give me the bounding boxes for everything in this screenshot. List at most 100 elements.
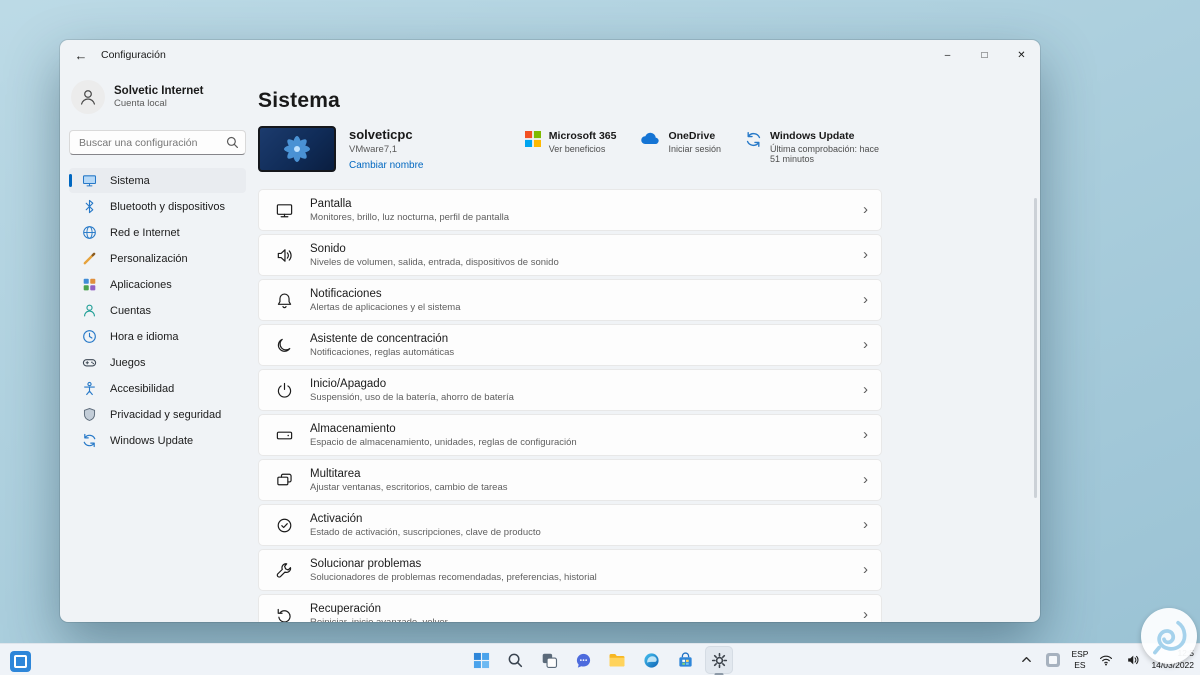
sidebar-item-hora-e-idioma[interactable]: Hora e idioma	[69, 324, 246, 349]
microsoft-365-card[interactable]: Microsoft 365 Ver beneficios	[524, 130, 617, 164]
titlebar[interactable]: ← Configuración – □ ✕	[60, 40, 1040, 70]
sidebar-item-label: Aplicaciones	[110, 278, 172, 291]
language-line1: ESP	[1071, 648, 1089, 659]
sidebar-item-label: Accesibilidad	[110, 382, 175, 395]
language-line2: ES	[1074, 659, 1086, 670]
settings-row-activacion[interactable]: Activación Estado de activación, suscrip…	[258, 504, 882, 546]
edge-icon[interactable]	[637, 646, 665, 674]
microsoft-365-icon	[524, 130, 541, 147]
network-globe-icon	[82, 225, 97, 240]
user-account[interactable]: Solvetic Internet Cuenta local	[69, 76, 246, 118]
row-title: Almacenamiento	[310, 422, 396, 435]
row-subtitle: Notificaciones, reglas automáticas	[310, 346, 455, 358]
chevron-right-icon: ›	[863, 290, 868, 308]
onedrive-card[interactable]: OneDrive Iniciar sesión	[640, 130, 721, 164]
display-icon	[274, 201, 294, 220]
file-explorer-icon[interactable]	[603, 646, 631, 674]
multitask-icon	[274, 471, 294, 490]
row-title: Solucionar problemas	[310, 557, 422, 570]
window-title: Configuración	[101, 49, 166, 61]
status-link[interactable]: Iniciar sesión	[668, 144, 721, 154]
search-input[interactable]	[69, 130, 246, 155]
desktop-pinned-icon[interactable]	[8, 649, 33, 674]
start-button[interactable]	[467, 646, 495, 674]
sidebar-item-windows-update[interactable]: Windows Update	[69, 428, 246, 453]
sidebar-item-accesibilidad[interactable]: Accesibilidad	[69, 376, 246, 401]
windows-update-card[interactable]: Windows Update Última comprobación: hace…	[745, 130, 882, 164]
tray-chevron-up-icon[interactable]	[1018, 651, 1035, 668]
page-title: Sistema	[258, 89, 340, 112]
sidebar-item-label: Windows Update	[110, 434, 194, 447]
row-title: Inicio/Apagado	[310, 377, 387, 390]
chevron-right-icon: ›	[863, 335, 868, 353]
status-title: OneDrive	[668, 130, 716, 142]
storage-icon	[274, 426, 294, 445]
sidebar-item-personalizacion[interactable]: Personalización	[69, 246, 246, 271]
row-subtitle: Suspensión, uso de la batería, ahorro de…	[310, 391, 514, 403]
rename-link[interactable]: Cambiar nombre	[349, 160, 423, 171]
games-icon	[82, 355, 97, 370]
sidebar-item-privacidad-y-seguridad[interactable]: Privacidad y seguridad	[69, 402, 246, 427]
settings-row-solucionar-problemas[interactable]: Solucionar problemas Solucionadores de p…	[258, 549, 882, 591]
settings-taskbar-icon[interactable]	[705, 646, 733, 675]
solvetic-watermark	[1141, 608, 1197, 664]
chat-icon[interactable]	[569, 646, 597, 674]
sidebar-item-cuentas[interactable]: Cuentas	[69, 298, 246, 323]
maximize-button[interactable]: □	[966, 40, 1003, 70]
task-view-icon[interactable]	[535, 646, 563, 674]
language-indicator[interactable]: ESP ES	[1071, 649, 1088, 670]
row-subtitle: Monitores, brillo, luz nocturna, perfil …	[310, 211, 510, 223]
tray-app-icon[interactable]	[1044, 651, 1062, 669]
close-button[interactable]: ✕	[1003, 40, 1040, 70]
sidebar-item-label: Cuentas	[110, 304, 151, 317]
row-subtitle: Solucionadores de problemas recomendadas…	[310, 571, 597, 583]
settings-row-multitarea[interactable]: Multitarea Ajustar ventanas, escritorios…	[258, 459, 882, 501]
settings-rows: Pantalla Monitores, brillo, luz nocturna…	[258, 189, 882, 622]
sidebar-item-bluetooth-y-dispositivos[interactable]: Bluetooth y dispositivos	[69, 194, 246, 219]
row-title: Pantalla	[310, 197, 352, 210]
sidebar-item-juegos[interactable]: Juegos	[69, 350, 246, 375]
search-box	[69, 130, 246, 155]
row-subtitle: Espacio de almacenamiento, unidades, reg…	[310, 436, 577, 448]
row-title: Activación	[310, 512, 363, 525]
back-button[interactable]: ←	[68, 44, 94, 66]
apps-icon	[82, 277, 97, 292]
device-name: solveticpc	[349, 127, 413, 142]
network-wifi-icon[interactable]	[1097, 651, 1115, 669]
sidebar-item-red-e-internet[interactable]: Red e Internet	[69, 220, 246, 245]
bluetooth-icon	[82, 199, 97, 214]
sidebar-item-sistema[interactable]: Sistema	[69, 168, 246, 193]
settings-row-almacenamiento[interactable]: Almacenamiento Espacio de almacenamiento…	[258, 414, 882, 456]
recovery-icon	[274, 606, 294, 622]
volume-icon[interactable]	[1124, 651, 1142, 669]
chevron-right-icon: ›	[863, 380, 868, 398]
settings-row-sonido[interactable]: Sonido Niveles de volumen, salida, entra…	[258, 234, 882, 276]
device-model: VMware7,1	[349, 144, 398, 155]
scrollbar[interactable]	[1034, 198, 1037, 498]
row-title: Recuperación	[310, 602, 381, 615]
settings-row-notificaciones[interactable]: Notificaciones Alertas de aplicaciones y…	[258, 279, 882, 321]
accounts-icon	[82, 303, 97, 318]
settings-row-pantalla[interactable]: Pantalla Monitores, brillo, luz nocturna…	[258, 189, 882, 231]
row-title: Sonido	[310, 242, 346, 255]
sidebar-item-label: Bluetooth y dispositivos	[110, 200, 225, 213]
row-subtitle: Reiniciar, inicio avanzado, volver	[310, 616, 448, 623]
store-icon[interactable]	[671, 646, 699, 674]
row-title: Notificaciones	[310, 287, 382, 300]
settings-row-inicio-apagado[interactable]: Inicio/Apagado Suspensión, uso de la bat…	[258, 369, 882, 411]
search-icon	[226, 136, 239, 149]
device-header: solveticpc VMware7,1 Cambiar nombre Micr…	[258, 126, 882, 173]
troubleshoot-wrench-icon	[274, 561, 294, 580]
settings-row-asistente-de-concentracion[interactable]: Asistente de concentración Notificacione…	[258, 324, 882, 366]
personalization-icon	[82, 251, 97, 266]
chevron-right-icon: ›	[863, 200, 868, 218]
search-taskbar-icon[interactable]	[501, 646, 529, 674]
sidebar-item-label: Hora e idioma	[110, 330, 179, 343]
status-link[interactable]: Ver beneficios	[549, 144, 617, 154]
windows-bloom-wallpaper	[284, 136, 310, 162]
accessibility-icon	[82, 381, 97, 396]
row-subtitle: Ajustar ventanas, escritorios, cambio de…	[310, 481, 508, 493]
minimize-button[interactable]: –	[929, 40, 966, 70]
settings-row-recuperacion[interactable]: Recuperación Reiniciar, inicio avanzado,…	[258, 594, 882, 622]
sidebar-item-aplicaciones[interactable]: Aplicaciones	[69, 272, 246, 297]
